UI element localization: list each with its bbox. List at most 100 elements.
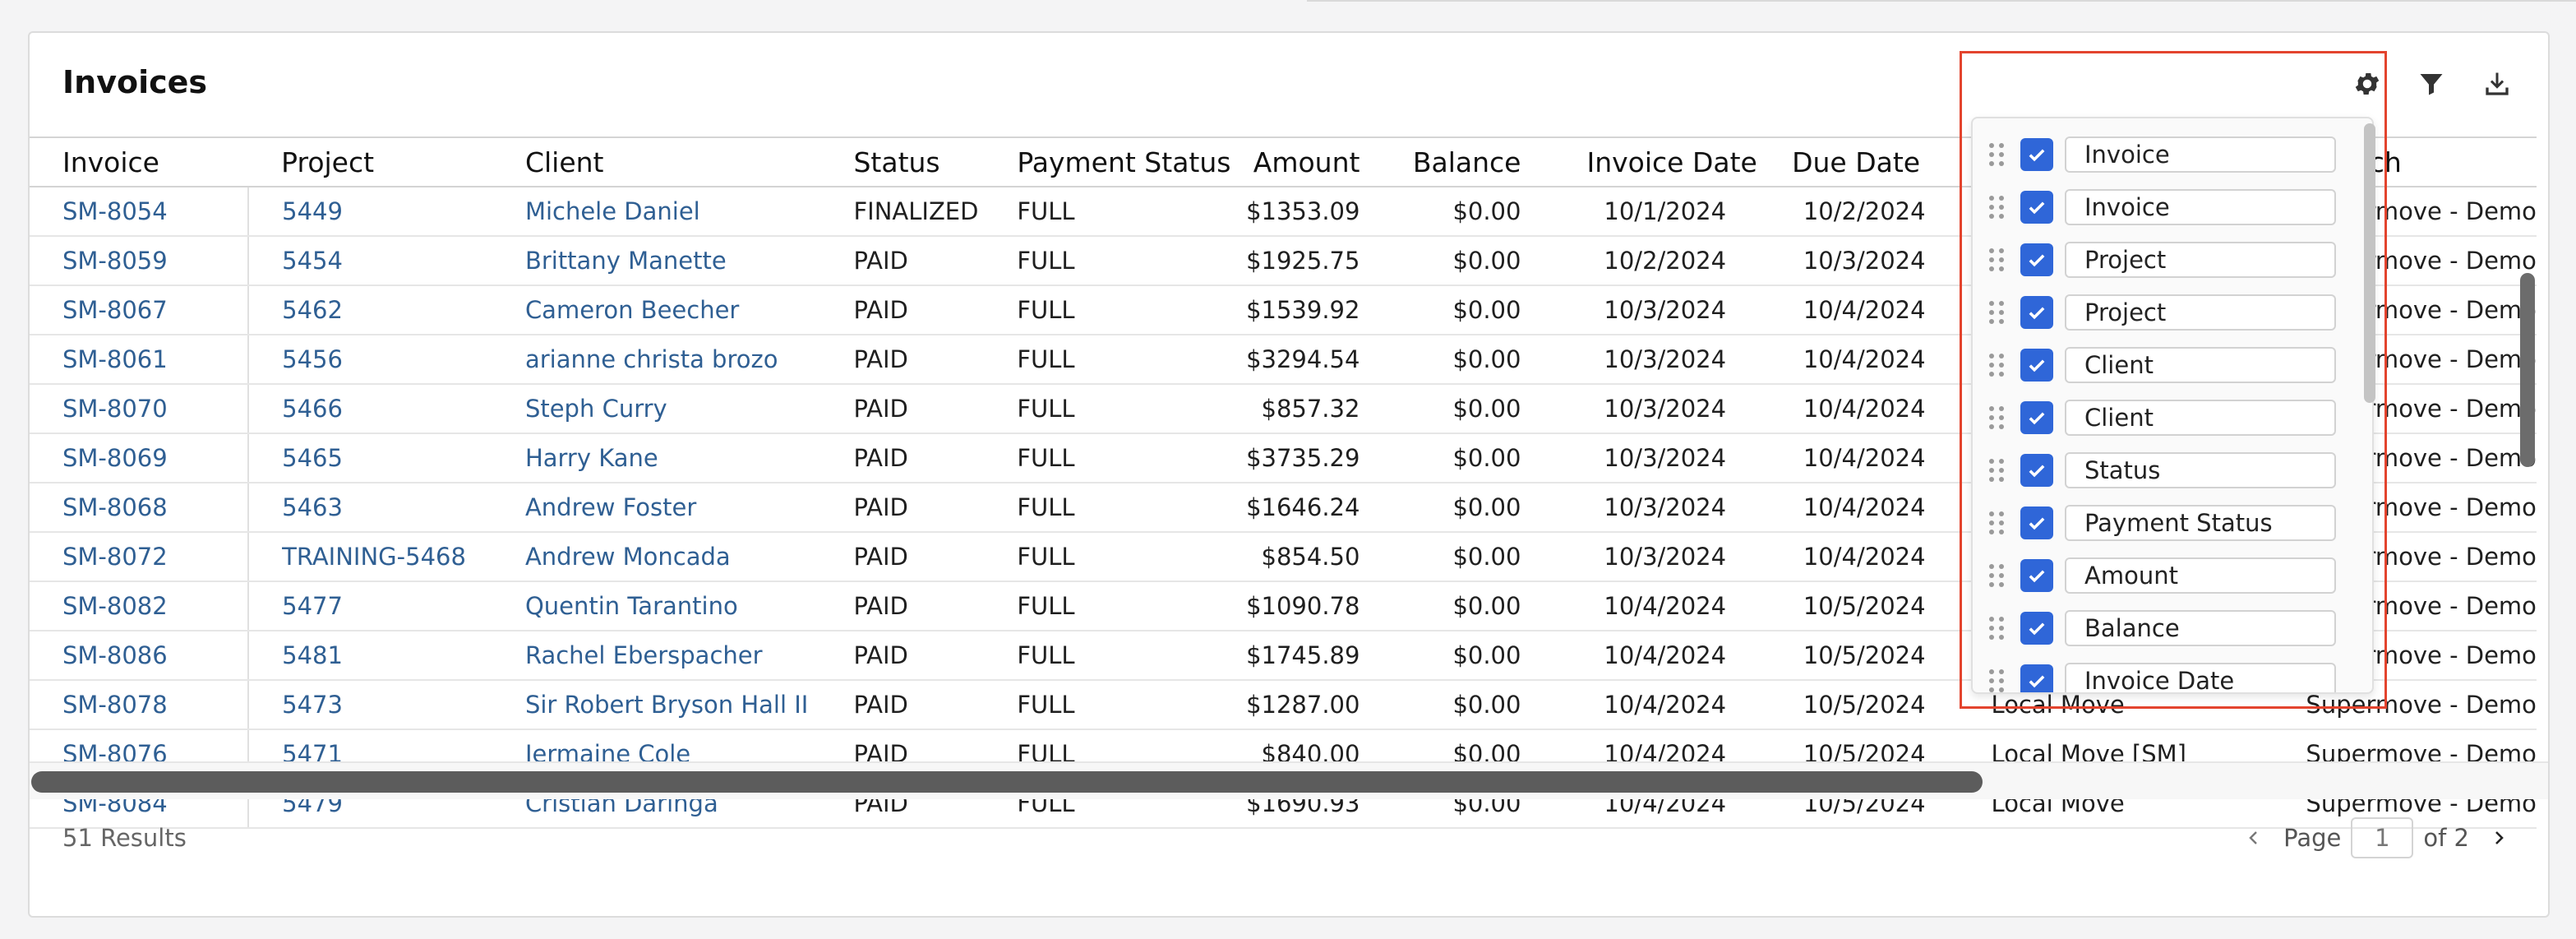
cell-balance: $0.00 xyxy=(1392,680,1554,730)
column-name-field[interactable]: Invoice xyxy=(2065,136,2336,173)
cell-invoice[interactable]: SM-8072 xyxy=(30,532,250,582)
column-visible-checkbox[interactable] xyxy=(2020,401,2053,434)
col-invoice[interactable]: Invoice xyxy=(30,136,249,187)
col-status[interactable]: Status xyxy=(820,136,985,187)
cell-project[interactable]: 5454 xyxy=(248,236,492,286)
col-balance[interactable]: Balance xyxy=(1392,136,1554,187)
col-payment-status[interactable]: Payment Status xyxy=(984,136,1231,187)
column-visible-checkbox[interactable] xyxy=(2020,191,2053,224)
col-invoice-date[interactable]: Invoice Date xyxy=(1553,136,1760,187)
column-name-field[interactable]: Payment Status xyxy=(2065,505,2336,541)
column-name-field[interactable]: Project xyxy=(2065,294,2336,331)
cell-invoice-date: 10/4/2024 xyxy=(1553,631,1760,681)
column-name-field[interactable]: Amount xyxy=(2065,557,2336,594)
cell-invoice[interactable]: SM-8054 xyxy=(30,187,250,237)
column-visible-checkbox[interactable] xyxy=(2020,138,2053,171)
cell-client[interactable]: Harry Kane xyxy=(492,433,821,483)
cell-project[interactable]: 5465 xyxy=(248,433,492,483)
col-amount[interactable]: Amount xyxy=(1230,136,1393,187)
cell-project[interactable]: 5481 xyxy=(248,631,492,681)
cell-client[interactable]: Brittany Manette xyxy=(492,236,821,286)
column-visible-checkbox[interactable] xyxy=(2020,664,2053,692)
cell-payment-status: FULL xyxy=(984,384,1231,434)
col-due-date[interactable]: Due Date xyxy=(1759,136,1959,187)
drag-handle-icon[interactable] xyxy=(1989,403,2009,432)
filter-button[interactable] xyxy=(2410,62,2453,105)
drag-handle-icon[interactable] xyxy=(1989,298,2009,327)
column-visible-checkbox[interactable] xyxy=(2020,507,2053,539)
column-visible-checkbox[interactable] xyxy=(2020,296,2053,329)
col-client[interactable]: Client xyxy=(492,136,821,187)
column-visible-checkbox[interactable] xyxy=(2020,454,2053,487)
column-name-field[interactable]: Client xyxy=(2065,347,2336,383)
cell-project[interactable]: 5462 xyxy=(248,285,492,335)
column-visible-checkbox[interactable] xyxy=(2020,243,2053,276)
cell-client[interactable]: Michele Daniel xyxy=(492,187,821,237)
cell-project[interactable]: 5456 xyxy=(248,335,492,385)
cell-status: PAID xyxy=(820,236,985,286)
column-settings-scrollbar[interactable] xyxy=(2364,123,2375,403)
cell-invoice[interactable]: SM-8070 xyxy=(30,384,250,434)
cell-client[interactable]: Quentin Tarantino xyxy=(492,581,821,631)
vertical-scrollbar[interactable] xyxy=(2520,273,2535,467)
cell-client[interactable]: Steph Curry xyxy=(492,384,821,434)
drag-handle-icon[interactable] xyxy=(1989,666,2009,692)
check-icon xyxy=(2029,412,2045,425)
cell-client[interactable]: Rachel Eberspacher xyxy=(492,631,821,681)
cell-project[interactable]: 5449 xyxy=(248,187,492,237)
horizontal-scrollbar-track[interactable] xyxy=(30,761,2548,799)
column-visible-checkbox[interactable] xyxy=(2020,559,2053,592)
column-setting-row: Status xyxy=(1989,444,2336,497)
column-setting-row: Project xyxy=(1989,234,2336,286)
cell-project[interactable]: TRAINING-5468 xyxy=(248,532,492,582)
column-visible-checkbox[interactable] xyxy=(2020,349,2053,382)
cell-client[interactable]: Cameron Beecher xyxy=(492,285,821,335)
column-visible-checkbox[interactable] xyxy=(2020,612,2053,645)
cell-project[interactable]: 5477 xyxy=(248,581,492,631)
column-setting-row: Invoice xyxy=(1989,181,2336,234)
drag-handle-icon[interactable] xyxy=(1989,192,2009,222)
cell-invoice[interactable]: SM-8061 xyxy=(30,335,250,385)
horizontal-scrollbar-thumb[interactable] xyxy=(31,771,1983,793)
cell-invoice[interactable]: SM-8069 xyxy=(30,433,250,483)
cell-invoice[interactable]: SM-8067 xyxy=(30,285,250,335)
col-project[interactable]: Project xyxy=(248,136,492,187)
drag-handle-icon[interactable] xyxy=(1989,561,2009,590)
cell-invoice[interactable]: SM-8059 xyxy=(30,236,250,286)
column-name-field[interactable]: Project xyxy=(2065,242,2336,278)
prev-page-button[interactable] xyxy=(2237,821,2270,854)
cell-client[interactable]: Sir Robert Bryson Hall II xyxy=(492,680,821,730)
cell-invoice[interactable]: SM-8082 xyxy=(30,581,250,631)
drag-handle-icon[interactable] xyxy=(1989,508,2009,538)
cell-invoice[interactable]: SM-8068 xyxy=(30,483,250,533)
cell-project[interactable]: 5466 xyxy=(248,384,492,434)
cell-client[interactable]: Andrew Moncada xyxy=(492,532,821,582)
cell-balance: $0.00 xyxy=(1392,187,1554,237)
page-input[interactable]: 1 xyxy=(2351,817,2414,858)
cell-project[interactable]: 5463 xyxy=(248,483,492,533)
cell-project[interactable]: 5473 xyxy=(248,680,492,730)
cell-payment-status: FULL xyxy=(984,187,1231,237)
next-page-button[interactable] xyxy=(2482,821,2515,854)
drag-handle-icon[interactable] xyxy=(1989,245,2009,275)
cell-status: PAID xyxy=(820,384,985,434)
column-name-field[interactable]: Invoice xyxy=(2065,189,2336,225)
drag-handle-icon[interactable] xyxy=(1989,350,2009,380)
cell-invoice[interactable]: SM-8078 xyxy=(30,680,250,730)
cell-invoice[interactable]: SM-8086 xyxy=(30,631,250,681)
column-name-field[interactable]: Invoice Date xyxy=(2065,663,2336,692)
drag-handle-icon[interactable] xyxy=(1989,140,2009,169)
drag-handle-icon[interactable] xyxy=(1989,456,2009,485)
drag-handle-icon[interactable] xyxy=(1989,613,2009,643)
cell-client[interactable]: arianne christa brozo xyxy=(492,335,821,385)
column-setting-row: Invoice xyxy=(1989,128,2336,181)
column-name-field[interactable]: Status xyxy=(2065,452,2336,488)
column-name-field[interactable]: Client xyxy=(2065,400,2336,436)
column-setting-row: Project xyxy=(1989,286,2336,339)
download-button[interactable] xyxy=(2476,62,2518,105)
cell-client[interactable]: Andrew Foster xyxy=(492,483,821,533)
cell-amount: $854.50 xyxy=(1230,532,1393,582)
column-name-field[interactable]: Balance xyxy=(2065,610,2336,646)
cell-balance: $0.00 xyxy=(1392,581,1554,631)
top-divider xyxy=(1307,0,2576,2)
